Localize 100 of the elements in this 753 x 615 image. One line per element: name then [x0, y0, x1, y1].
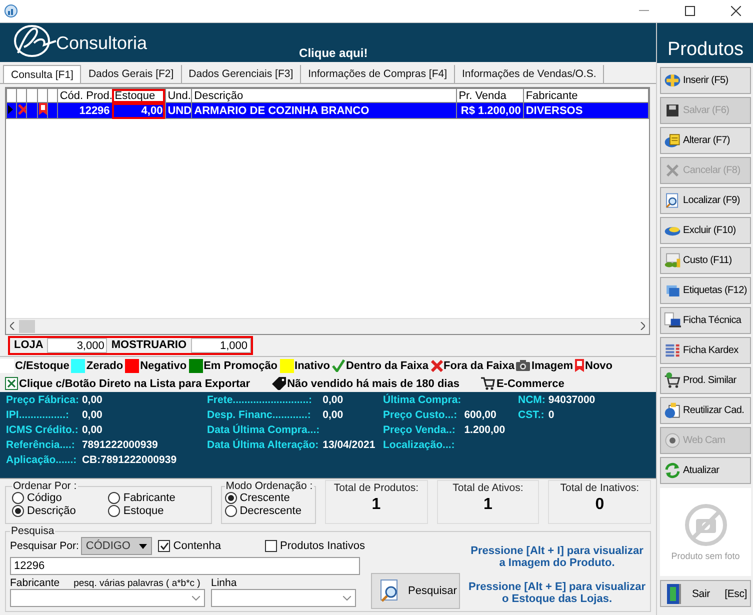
- exit-button[interactable]: Sair [Esc]: [660, 580, 751, 607]
- info-label: Referência....:: [6, 439, 76, 454]
- checkbox[interactable]: Produtos Inativos: [265, 540, 365, 552]
- dropdown[interactable]: CÓDIGO: [80, 537, 152, 555]
- hint-text: pesq. várias palavras ( a*b*c ): [74, 578, 200, 589]
- magnifier-icon: [664, 192, 681, 209]
- action-button[interactable]: Custo (F11): [660, 247, 751, 274]
- photo-caption: Produto sem foto: [671, 551, 740, 561]
- close-icon[interactable]: [731, 6, 741, 16]
- shortcut-hint: Pressione [Alt + E] para visualizar o Estoque das Lojas.: [468, 581, 646, 605]
- refresh-icon: [664, 462, 681, 479]
- column-header[interactable]: Descrição: [192, 88, 456, 102]
- column-header[interactable]: Cód. Prod.: [57, 88, 112, 102]
- scroll-thumb[interactable]: [19, 320, 35, 333]
- action-button[interactable]: Inserir (F5): [660, 67, 751, 94]
- action-button[interactable]: Excluir (F10): [660, 217, 751, 244]
- dropdown[interactable]: [10, 589, 205, 607]
- table-cell[interactable]: 12296: [57, 102, 112, 118]
- action-button[interactable]: Ficha Kardex: [660, 337, 751, 364]
- radio-button[interactable]: Descrição: [12, 505, 108, 517]
- dropdown-arrow-icon: [139, 544, 148, 548]
- info-value: 600,00: [464, 409, 498, 424]
- radio-button[interactable]: Crescente: [224, 492, 312, 504]
- legend-label: E-Commerce: [496, 378, 564, 390]
- tab[interactable]: Dados Gerais [F2]: [81, 65, 182, 83]
- store-name: MOSTRUARIO: [110, 339, 188, 352]
- cart-icon: [664, 372, 681, 389]
- radio-button[interactable]: Estoque: [108, 505, 205, 517]
- info-label: IPI................:: [6, 409, 70, 424]
- page-title: Produtos: [667, 39, 744, 61]
- scroll-right-icon[interactable]: [640, 322, 645, 330]
- shortcut-hint: Pressione [Alt + I] para visualizar a Imagem do Produto.: [470, 545, 644, 569]
- info-value: CB:7891222000939: [82, 454, 178, 468]
- plus-icon: [664, 72, 681, 89]
- info-value: 7891222000939: [82, 439, 159, 454]
- list-icon: [664, 342, 681, 359]
- checkbox[interactable]: Contenha: [158, 540, 221, 552]
- dropdown[interactable]: [211, 589, 356, 607]
- info-value: 0,00: [82, 424, 104, 438]
- table-cell[interactable]: 4,00: [112, 102, 166, 118]
- table-cell[interactable]: DIVERSOS: [523, 102, 648, 118]
- maximize-icon[interactable]: [685, 6, 695, 16]
- action-button[interactable]: Prod. Similar: [660, 367, 751, 394]
- stock-value: 1,000: [190, 338, 251, 353]
- info-value: 0,00: [322, 409, 344, 424]
- table-cell[interactable]: R$ 1.200,00: [456, 102, 524, 118]
- action-button[interactable]: Localizar (F9): [660, 187, 751, 214]
- table-cell[interactable]: UND: [165, 102, 192, 118]
- tab[interactable]: Informações de Vendas/O.S.: [455, 65, 604, 83]
- radio-button[interactable]: Decrescente: [224, 505, 312, 517]
- action-button[interactable]: Alterar (F7): [660, 127, 751, 154]
- legend-label: Dentro da Faixa: [346, 360, 429, 372]
- search-field[interactable]: 12296: [10, 557, 360, 575]
- action-button[interactable]: Atualizar: [660, 457, 751, 484]
- column-header[interactable]: Pr. Venda: [456, 88, 524, 102]
- total-label: Total de Produtos:: [334, 482, 419, 494]
- cross-icon: [18, 104, 26, 114]
- info-value: 0,00: [322, 394, 344, 408]
- column-header[interactable]: Estoque: [112, 88, 166, 102]
- minimize-icon[interactable]: [639, 10, 649, 12]
- info-label: Localização...:: [383, 439, 456, 454]
- banner-link[interactable]: Clique aqui!: [299, 46, 368, 60]
- scroll-left-icon[interactable]: [10, 322, 15, 330]
- column-header[interactable]: Fabricante: [523, 88, 648, 102]
- cart-icon: [481, 377, 496, 390]
- info-value: 13/04/2021: [322, 439, 376, 454]
- legend-label: C/Estoque: [15, 360, 70, 372]
- action-button[interactable]: Etiquetas (F12): [660, 277, 751, 304]
- group-title: Modo Ordenação :: [224, 480, 314, 492]
- radio-button[interactable]: Fabricante: [108, 492, 205, 504]
- info-label: CST.:: [518, 409, 546, 424]
- info-label: Data Última Compra...:: [207, 424, 320, 438]
- group-title: Ordenar Por :: [12, 480, 78, 492]
- group-title: Pesquisa: [10, 525, 56, 537]
- field-label: Fabricante: [10, 577, 60, 589]
- table-cell[interactable]: ARMARIO DE COZINHA BRANCO: [192, 102, 456, 118]
- column-header[interactable]: Und.: [165, 88, 192, 102]
- tab[interactable]: Dados Gerenciais [F3]: [182, 65, 302, 83]
- total-value: 0: [595, 496, 604, 514]
- action-button[interactable]: Reutilizar Cad.: [660, 397, 751, 424]
- table-row[interactable]: 12296 4,00 UND ARMARIO DE COZINHA BRANCO R$ 1.200,00 DIVERSOS: [6, 102, 648, 118]
- legend-label: Negativo: [140, 360, 187, 372]
- brand-name: Consultoria: [56, 33, 148, 54]
- info-label: Preço Custo...:: [383, 409, 458, 424]
- check-icon: [332, 359, 345, 372]
- store-name: LOJA: [13, 339, 44, 352]
- info-value: 0,00: [82, 394, 104, 408]
- webcam-icon: [664, 432, 681, 449]
- search-button[interactable]: Pesquisar: [371, 573, 460, 609]
- info-label: Última Compra:: [383, 394, 462, 408]
- info-value: 0: [548, 409, 556, 424]
- no-photo-icon: [684, 503, 728, 547]
- tab[interactable]: Informações de Compras [F4]: [301, 65, 456, 83]
- info-value: 94037000: [548, 394, 596, 408]
- tab[interactable]: Consulta [F1]: [3, 65, 82, 83]
- radio-button[interactable]: Código: [12, 492, 108, 504]
- scrollbar[interactable]: [6, 318, 649, 334]
- app-icon: [4, 4, 18, 18]
- info-label: ICMS Crédito.:: [6, 424, 79, 438]
- action-button[interactable]: Ficha Técnica: [660, 307, 751, 334]
